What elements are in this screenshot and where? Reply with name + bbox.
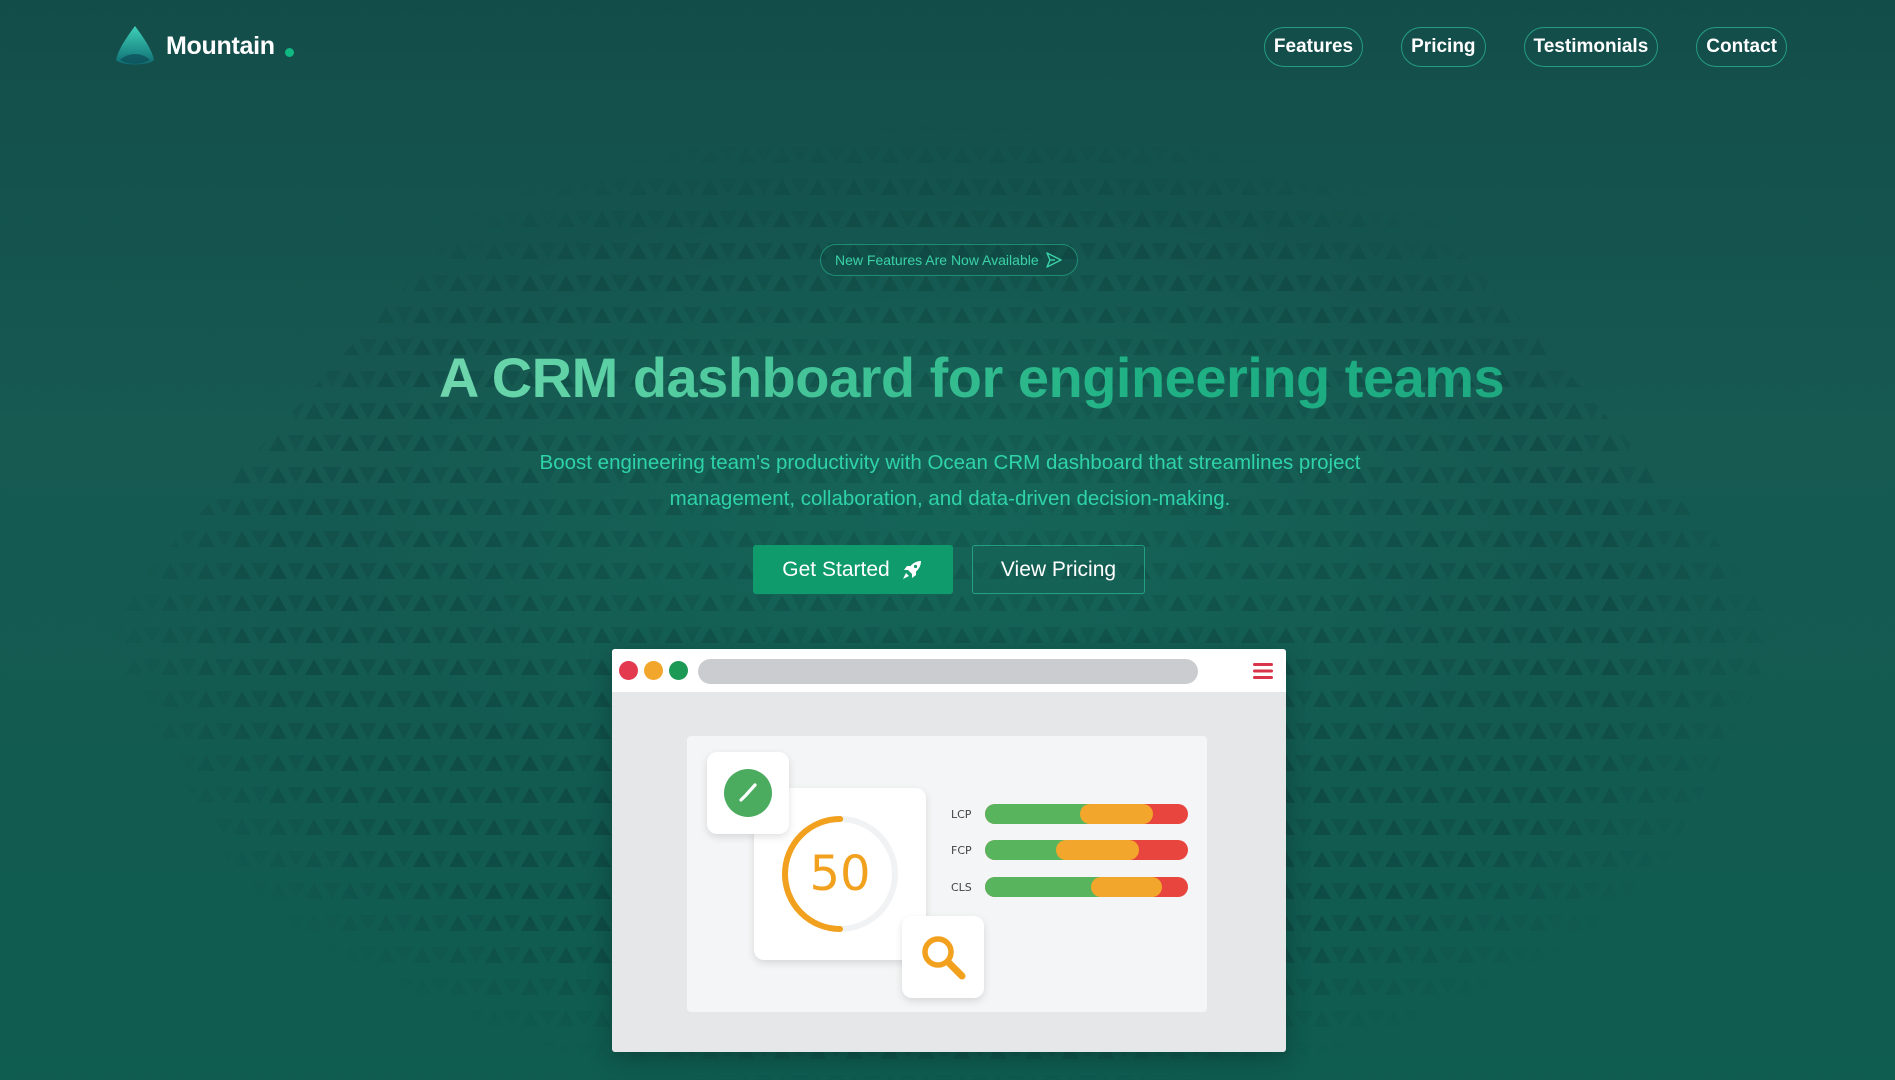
metric-bar (985, 877, 1188, 897)
nav-link-testimonials[interactable]: Testimonials (1523, 27, 1659, 67)
hero-subtitle: Boost engineering team's productivity wi… (539, 451, 1361, 510)
metric-bar (985, 804, 1188, 824)
get-started-button[interactable]: Get Started (753, 545, 953, 594)
score-value: 50 (809, 846, 871, 902)
dashboard-preview-window: 50 LCP FCP CLS (612, 649, 1286, 1052)
hero-headline: A CRM dashboard for engineering teams (0, 345, 1895, 410)
window-minimize-dot (644, 661, 663, 680)
brand-dot (284, 47, 294, 57)
check-circle-icon (724, 769, 772, 817)
check-card (707, 752, 789, 834)
brand-logo-link[interactable]: Mountain (112, 24, 294, 68)
nav-links: Features Pricing Testimonials Contact (1263, 27, 1787, 67)
metric-label: FCP (951, 843, 972, 857)
metric-label: CLS (951, 880, 972, 894)
metric-mid-segment (1056, 840, 1140, 860)
hamburger-menu-icon (1253, 663, 1273, 679)
metric-good-segment (985, 840, 1067, 860)
page: { "nav": { "brand": "Mountain", "links":… (0, 0, 1895, 1080)
performance-panel: 50 LCP FCP CLS (687, 736, 1207, 1012)
window-close-dot (619, 661, 638, 680)
metric-bar (985, 840, 1188, 860)
get-started-label: Get Started (782, 557, 890, 581)
view-pricing-button[interactable]: View Pricing (972, 545, 1145, 594)
metric-good-segment (985, 804, 1091, 824)
badge-text: New Features Are Now Available (835, 252, 1039, 268)
metric-row-lcp: LCP (951, 804, 1188, 824)
nav-link-pricing[interactable]: Pricing (1401, 27, 1486, 67)
rocket-icon (902, 560, 921, 579)
metric-good-segment (985, 877, 1101, 897)
metric-row-fcp: FCP (951, 840, 1188, 860)
search-card (902, 916, 984, 998)
magnifier-icon (922, 936, 966, 980)
top-navigation: Mountain Features Pricing Testimonials C… (0, 0, 1895, 94)
metric-mid-segment (1090, 877, 1162, 897)
preview-url-bar (698, 659, 1198, 684)
brand-name: Mountain (166, 31, 275, 60)
window-maximize-dot (669, 661, 688, 680)
new-features-badge[interactable]: New Features Are Now Available (820, 244, 1078, 276)
metric-row-cls: CLS (951, 877, 1188, 897)
nav-link-contact[interactable]: Contact (1696, 27, 1787, 67)
preview-browser-bar (612, 649, 1286, 692)
metric-label: LCP (951, 807, 972, 821)
mountain-logo-icon (116, 26, 154, 65)
nav-link-features[interactable]: Features (1263, 27, 1364, 67)
send-arrow-icon (1045, 252, 1062, 268)
metric-mid-segment (1080, 804, 1154, 824)
